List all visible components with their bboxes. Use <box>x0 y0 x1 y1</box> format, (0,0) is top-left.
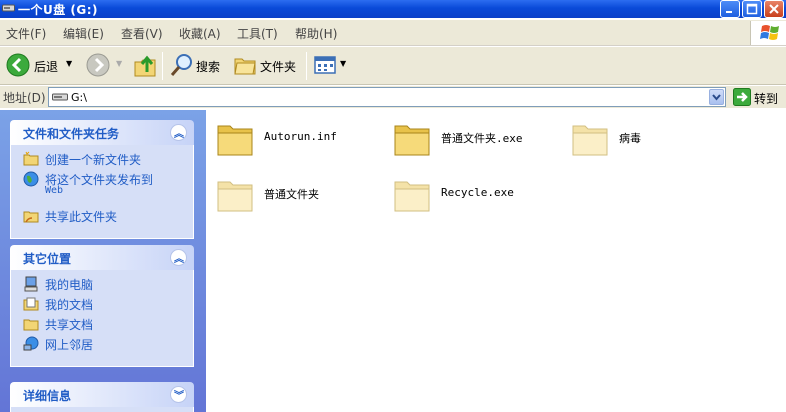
expand-button[interactable]: ︾ <box>170 386 187 403</box>
folders-button[interactable]: 文件夹 <box>232 50 300 80</box>
file-name: 普通文件夹 <box>264 188 319 201</box>
folder-faded-icon <box>217 181 253 212</box>
folder-icon <box>394 125 430 156</box>
other-places-title: 其它位置 <box>23 252 72 266</box>
close-button[interactable] <box>764 0 784 18</box>
forward-button[interactable]: ▼ <box>84 50 126 80</box>
collapse-chevron-icon: ︽ <box>174 129 184 140</box>
other-places-panel: 其它位置 ︽ 我的电脑 我的文档 共享文档 网上邻居 <box>10 245 194 367</box>
globe-icon <box>23 171 39 187</box>
folder-faded-icon <box>394 181 430 212</box>
documents-icon <box>23 297 39 311</box>
forward-dropdown-icon[interactable]: ▼ <box>116 59 122 68</box>
place-shared-documents-label: 共享文档 <box>45 318 94 332</box>
other-places-header[interactable]: 其它位置 ︽ <box>10 245 194 270</box>
menu-view[interactable]: 查看(V) <box>121 25 163 42</box>
menu-bar: 文件(F) 编辑(E) 查看(V) 收藏(A) 工具(T) 帮助(H) <box>0 20 786 46</box>
forward-arrow-icon <box>86 53 110 77</box>
go-button[interactable]: 转到 <box>732 88 784 106</box>
back-label: 后退 <box>34 60 59 74</box>
menu-file[interactable]: 文件(F) <box>6 25 46 42</box>
file-tasks-title: 文件和文件夹任务 <box>23 127 120 141</box>
task-publish-web-label-2: Web <box>45 185 64 196</box>
maximize-icon <box>746 3 758 15</box>
file-name: Recycle.exe <box>441 186 514 199</box>
views-dropdown-icon[interactable]: ▼ <box>340 59 346 68</box>
file-item[interactable]: 病毒 <box>571 118 681 158</box>
file-name: 病毒 <box>619 132 641 145</box>
explorer-window: 一个U盘 (G:) 文件(F) 编辑(E) 查看(V) 收藏(A) 工具(T) … <box>0 0 786 412</box>
file-name: 普通文件夹.exe <box>441 132 523 145</box>
new-folder-icon <box>23 151 39 166</box>
chevron-down-icon <box>712 94 721 101</box>
file-item[interactable]: 普通文件夹.exe <box>393 118 563 158</box>
go-arrow-icon <box>733 88 751 106</box>
address-value: G:\ <box>71 91 87 104</box>
window-title: 一个U盘 (G:) <box>18 3 99 17</box>
expand-chevron-icon: ︾ <box>174 391 184 402</box>
other-places-body: 我的电脑 我的文档 共享文档 网上邻居 <box>10 270 194 367</box>
close-icon <box>769 4 779 14</box>
collapse-chevron-icon: ︽ <box>174 254 184 265</box>
windows-logo <box>750 21 786 45</box>
file-tasks-panel: 文件和文件夹任务 ︽ 创建一个新文件夹 将这个文件夹发布到 Web 共享此文件夹 <box>10 120 194 239</box>
menu-tools[interactable]: 工具(T) <box>237 25 278 42</box>
up-folder-icon <box>134 55 156 77</box>
up-folder-button[interactable] <box>132 50 158 80</box>
file-name: Autorun.inf <box>264 130 337 143</box>
maximize-button[interactable] <box>742 0 762 18</box>
views-icon <box>314 56 336 74</box>
collapse-button[interactable]: ︽ <box>170 124 187 141</box>
task-share-folder-label: 共享此文件夹 <box>45 210 118 224</box>
details-panel: 详细信息 ︾ <box>10 382 194 412</box>
title-bar[interactable]: 一个U盘 (G:) <box>0 0 786 18</box>
file-tasks-header[interactable]: 文件和文件夹任务 ︽ <box>10 120 194 145</box>
place-my-computer-label: 我的电脑 <box>45 278 94 292</box>
views-button[interactable]: ▼ <box>312 50 348 80</box>
back-dropdown-icon[interactable]: ▼ <box>66 59 72 68</box>
file-tasks-body: 创建一个新文件夹 将这个文件夹发布到 Web 共享此文件夹 <box>10 145 194 239</box>
details-body <box>10 407 194 412</box>
file-list: Autorun.inf 普通文件夹.exe 病毒 普通文件夹 Recycle.e… <box>206 110 786 412</box>
shared-documents-icon <box>23 319 39 331</box>
toolbar: 后退 ▼ ▼ 搜索 文件夹 ▼ <box>0 47 786 85</box>
file-item[interactable]: Autorun.inf <box>216 118 366 158</box>
minimize-button[interactable] <box>720 0 740 18</box>
computer-icon <box>24 276 38 292</box>
back-button[interactable]: 后退 ▼ <box>4 50 76 80</box>
place-network-label: 网上邻居 <box>45 338 94 352</box>
collapse-button[interactable]: ︽ <box>170 249 187 266</box>
go-label: 转到 <box>754 92 779 106</box>
address-field[interactable]: G:\ <box>48 87 726 107</box>
share-folder-icon <box>23 211 39 223</box>
details-header[interactable]: 详细信息 ︾ <box>10 382 194 407</box>
details-title: 详细信息 <box>23 389 72 403</box>
menu-edit[interactable]: 编辑(E) <box>63 25 104 42</box>
search-icon <box>170 54 192 76</box>
menu-favorites[interactable]: 收藏(A) <box>179 25 221 42</box>
menu-help[interactable]: 帮助(H) <box>295 25 337 42</box>
drive-icon <box>52 93 68 101</box>
folders-icon <box>234 58 256 75</box>
minimize-icon <box>726 11 732 13</box>
toolbar-separator <box>306 52 307 80</box>
place-my-documents-label: 我的文档 <box>45 298 94 312</box>
address-bar: 地址(D) G:\ 转到 <box>0 86 786 108</box>
folder-faded-icon <box>572 125 608 156</box>
search-button[interactable]: 搜索 <box>168 50 224 80</box>
file-item[interactable]: Recycle.exe <box>393 174 543 214</box>
task-new-folder-label: 创建一个新文件夹 <box>45 153 142 167</box>
network-icon <box>23 336 39 351</box>
drive-icon <box>2 4 15 12</box>
back-arrow-icon <box>6 53 30 77</box>
file-item[interactable]: 普通文件夹 <box>216 174 366 214</box>
windows-flag-icon <box>760 25 779 40</box>
folders-label: 文件夹 <box>260 60 297 74</box>
task-pane: 文件和文件夹任务 ︽ 创建一个新文件夹 将这个文件夹发布到 Web 共享此文件夹… <box>0 110 206 412</box>
toolbar-separator <box>162 52 163 80</box>
search-label: 搜索 <box>196 60 221 74</box>
folder-icon <box>217 125 253 156</box>
address-dropdown-button[interactable] <box>709 89 724 105</box>
address-label: 地址(D) <box>3 91 46 105</box>
